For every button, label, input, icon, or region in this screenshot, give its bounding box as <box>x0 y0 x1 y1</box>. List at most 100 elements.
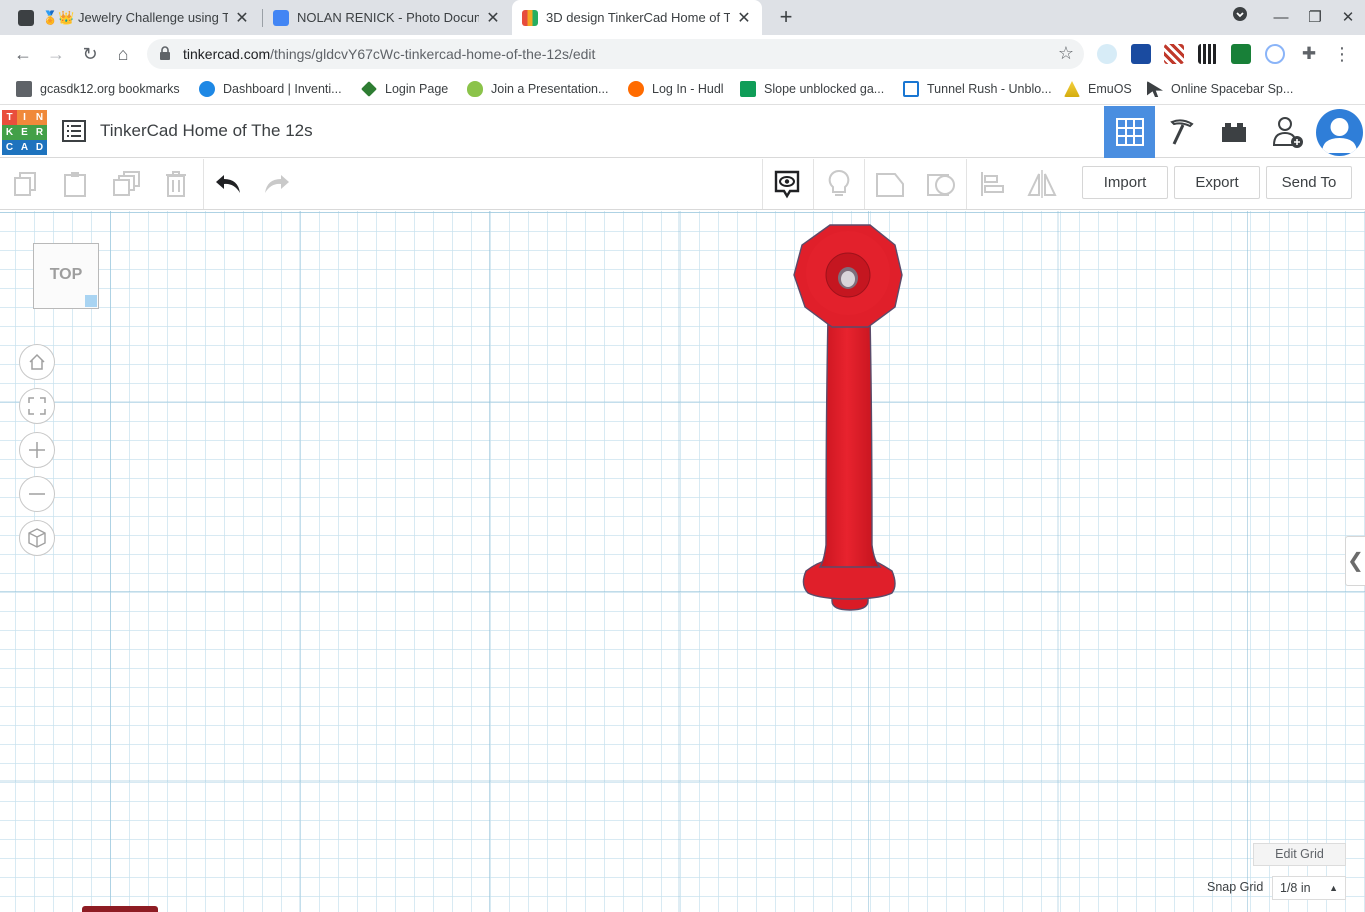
new-tab-button[interactable]: + <box>774 5 798 29</box>
bookmark-emuos[interactable]: EmuOS <box>1064 80 1132 98</box>
3d-design-view-button[interactable] <box>1104 106 1155 158</box>
design-list-icon[interactable] <box>62 120 86 142</box>
bookmark-star-icon[interactable]: ☆ <box>1058 43 1074 64</box>
zoom-in-button[interactable] <box>19 432 55 468</box>
bookmark-dashboard[interactable]: Dashboard | Inventi... <box>199 80 342 98</box>
toolbar-divider <box>813 159 814 209</box>
partial-shape-bottom[interactable] <box>82 906 158 912</box>
home-button[interactable]: ⌂ <box>110 41 136 67</box>
logo-letter: D <box>32 140 47 155</box>
close-icon[interactable]: ✕ <box>234 8 250 28</box>
close-window-button[interactable]: ✕ <box>1331 0 1365 35</box>
invite-user-button[interactable] <box>1262 106 1313 158</box>
bookmark-label: EmuOS <box>1088 82 1132 96</box>
design-title[interactable]: TinkerCad Home of The 12s <box>100 121 313 141</box>
edit-toolbar: Import Export Send To <box>0 159 1365 210</box>
bookmark-gcasdk12[interactable]: gcasdk12.org bookmarks <box>16 80 180 98</box>
zoom-out-button[interactable] <box>19 476 55 512</box>
tab-jewelry-challenge[interactable]: 🏅👑 Jewelry Challenge using Ti ✕ <box>8 0 260 35</box>
group-button[interactable] <box>875 169 905 199</box>
sheets-extension-icon[interactable] <box>1231 44 1251 64</box>
close-icon[interactable]: ✕ <box>736 8 752 28</box>
lock-icon <box>160 46 170 60</box>
emuos-icon <box>1064 81 1080 97</box>
tab-search-icon[interactable] <box>1223 0 1257 35</box>
toolbar-divider <box>762 159 763 209</box>
redo-button[interactable] <box>262 169 292 199</box>
bookmark-slope[interactable]: Slope unblocked ga... <box>740 80 884 98</box>
bookmark-label: Dashboard | Inventi... <box>223 82 342 96</box>
show-all-button[interactable] <box>824 169 854 199</box>
bookmark-join-presentation[interactable]: Join a Presentation... <box>467 80 608 98</box>
bookmark-label: Join a Presentation... <box>491 82 609 96</box>
notes-toggle-button[interactable] <box>772 169 802 199</box>
red-keychain-shape[interactable] <box>780 215 920 615</box>
add-user-icon <box>1272 117 1303 148</box>
duplicate-button[interactable] <box>111 169 141 199</box>
paste-button[interactable] <box>60 169 90 199</box>
home-icon <box>29 353 45 370</box>
send-to-button[interactable]: Send To <box>1266 166 1352 199</box>
forward-button[interactable]: → <box>43 41 69 67</box>
copy-icon <box>14 172 36 196</box>
mirror-button[interactable] <box>1027 169 1057 199</box>
tab-title: 3D design TinkerCad Home of Th <box>546 10 730 25</box>
tab-photo-document[interactable]: NOLAN RENICK - Photo Docume ✕ <box>263 0 511 35</box>
home-view-button[interactable] <box>19 344 55 380</box>
bookmark-label: Login Page <box>385 82 449 96</box>
record-extension-icon[interactable] <box>1265 44 1285 64</box>
reload-button[interactable]: ↻ <box>77 41 103 67</box>
snap-grid-value: 1/8 in <box>1280 881 1311 895</box>
qr-red-extension-icon[interactable] <box>1164 44 1184 64</box>
user-avatar[interactable] <box>1316 109 1363 156</box>
restore-button[interactable]: ❐ <box>1298 0 1332 35</box>
logo-letter: A <box>17 140 32 155</box>
blue-extension-icon[interactable] <box>1131 44 1151 64</box>
bricks-view-button[interactable] <box>1208 106 1259 158</box>
logo-letter: R <box>32 125 47 140</box>
bookmark-tunnel-rush[interactable]: Tunnel Rush - Unblo... <box>903 80 1052 98</box>
back-button[interactable]: ← <box>10 41 36 67</box>
grid-icon <box>1115 118 1144 146</box>
cloud-extension-icon[interactable] <box>1097 44 1117 64</box>
perspective-toggle-button[interactable] <box>19 520 55 556</box>
view-cube-corner[interactable] <box>85 295 97 307</box>
extensions-puzzle-icon[interactable]: ✚ <box>1296 41 1322 67</box>
bookmark-hudl[interactable]: Log In - Hudl <box>628 80 724 98</box>
view-cube[interactable]: TOP <box>33 243 99 309</box>
close-icon[interactable]: ✕ <box>485 8 501 28</box>
align-button[interactable] <box>977 169 1007 199</box>
bookmark-label: Tunnel Rush - Unblo... <box>927 82 1052 96</box>
minimize-button[interactable]: — <box>1264 0 1298 35</box>
workplane-grid[interactable] <box>0 211 1365 912</box>
address-bar[interactable]: tinkercad.com/things/gldcvY67cWc-tinkerc… <box>147 39 1084 69</box>
classroom-icon <box>18 9 34 26</box>
undo-button[interactable] <box>213 169 243 199</box>
minecraft-view-button[interactable] <box>1156 106 1207 158</box>
bookmark-spacebar[interactable]: Online Spacebar Sp... <box>1147 80 1293 98</box>
plus-icon <box>29 442 45 458</box>
export-button[interactable]: Export <box>1174 166 1260 199</box>
tab-tinkercad-design[interactable]: 3D design TinkerCad Home of Th ✕ <box>512 0 762 35</box>
browser-menu-icon[interactable]: ⋮ <box>1329 41 1355 67</box>
bookmark-login-page[interactable]: Login Page <box>361 80 448 98</box>
align-icon <box>981 172 1004 196</box>
ungroup-button[interactable] <box>926 169 956 199</box>
tinkercad-header: T I N K E R C A D TinkerCad Home of The … <box>0 106 1365 158</box>
edit-grid-button[interactable]: Edit Grid <box>1253 843 1346 866</box>
speech-eye-icon <box>774 170 800 199</box>
caret-up-icon: ▲ <box>1329 883 1338 893</box>
copy-button[interactable] <box>10 169 40 199</box>
fit-view-button[interactable] <box>19 388 55 424</box>
tinkercad-logo[interactable]: T I N K E R C A D <box>2 110 47 155</box>
snap-grid-select[interactable]: 1/8 in ▲ <box>1272 876 1346 900</box>
delete-button[interactable] <box>161 169 191 199</box>
open-shapes-panel-button[interactable]: ❮ <box>1345 536 1365 586</box>
group-icon <box>876 173 904 197</box>
cursor-icon <box>1147 81 1163 97</box>
logo-letter: T <box>2 110 17 125</box>
import-button[interactable]: Import <box>1082 166 1168 199</box>
qr-extension-icon[interactable] <box>1198 44 1218 64</box>
trash-icon <box>166 171 186 197</box>
docs-icon <box>273 9 289 26</box>
